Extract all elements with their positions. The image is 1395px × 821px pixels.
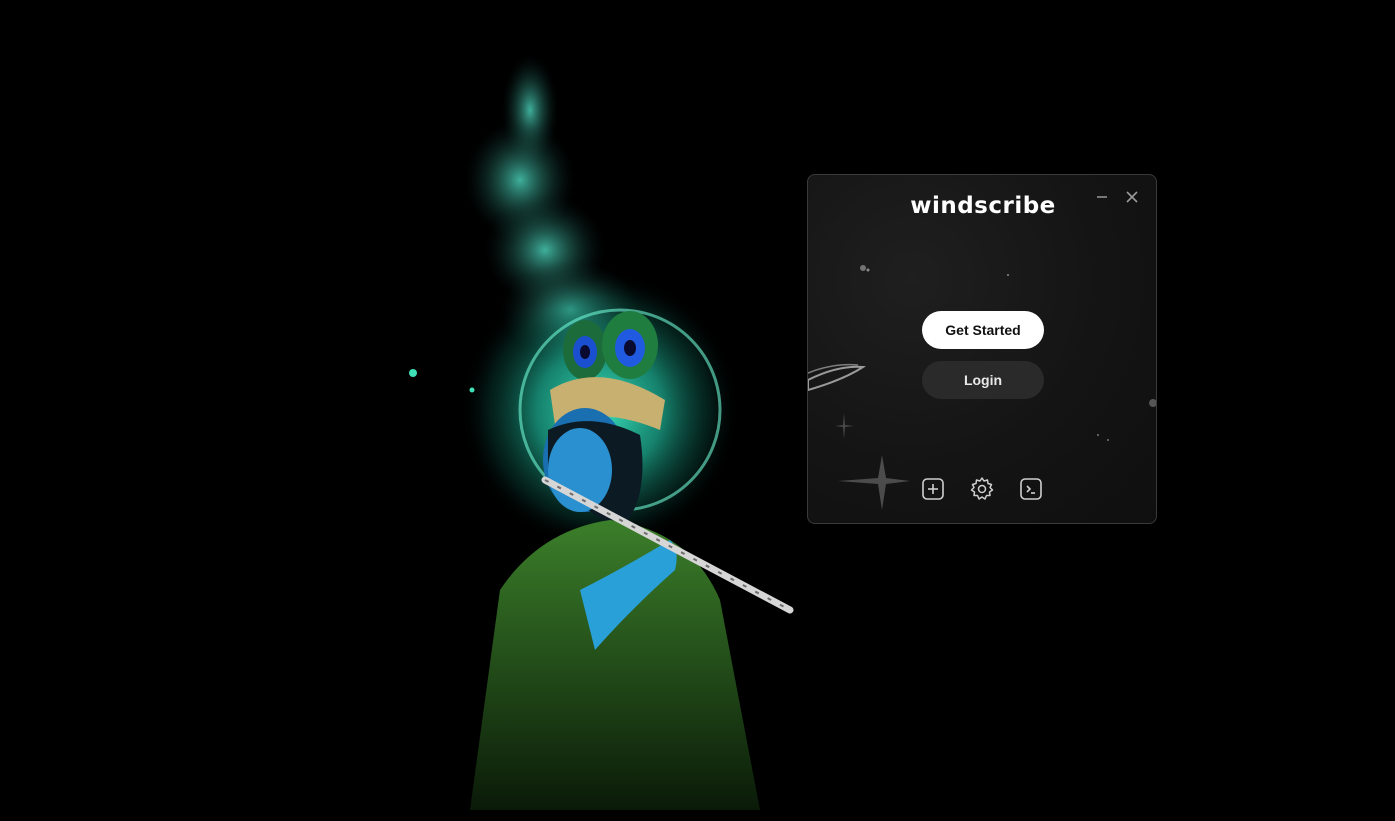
close-icon [1126, 191, 1138, 203]
add-location-button[interactable] [920, 476, 946, 502]
add-location-icon [922, 478, 944, 500]
window-controls [1092, 187, 1142, 207]
minimize-button[interactable] [1092, 187, 1112, 207]
window-background-art [808, 265, 1156, 510]
get-started-button[interactable]: Get Started [922, 311, 1044, 349]
windscribe-window: windscribe Get Started Login [807, 174, 1157, 524]
settings-button[interactable] [969, 476, 995, 502]
wallpaper-illustration [409, 55, 794, 810]
login-button[interactable]: Login [922, 361, 1044, 399]
desktop: windscribe Get Started Login [0, 0, 1395, 821]
terminal-button[interactable] [1018, 476, 1044, 502]
close-button[interactable] [1122, 187, 1142, 207]
terminal-icon [1020, 478, 1042, 500]
bottom-toolbar [920, 476, 1044, 502]
settings-gear-icon [970, 477, 994, 500]
minimize-icon [1097, 196, 1107, 198]
